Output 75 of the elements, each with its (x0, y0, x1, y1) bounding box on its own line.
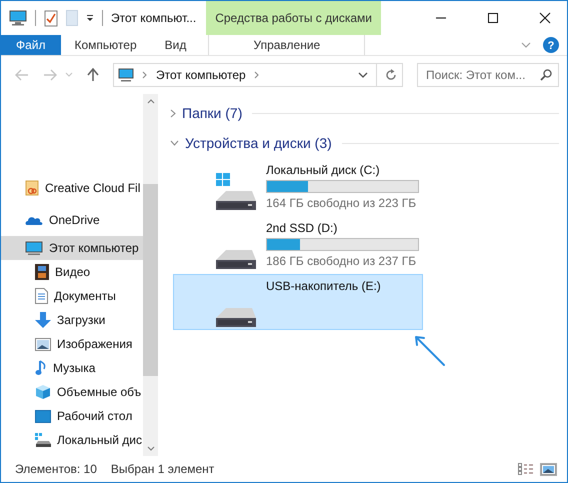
chevron-right-icon (142, 71, 148, 79)
file-tab[interactable]: Файл (1, 35, 61, 55)
close-icon[interactable] (539, 12, 551, 24)
address-path[interactable]: Этот компьютер (156, 68, 246, 82)
drive-tile[interactable]: USB-накопитель (E:) (173, 274, 423, 330)
nav-item-label: Загрузки (57, 313, 106, 327)
collapse-chevron-icon[interactable] (170, 140, 179, 146)
nav-item-label: Документы (54, 289, 116, 303)
ribbon-tab[interactable]: Компьютер (60, 35, 151, 55)
chevron-right-icon (254, 71, 260, 79)
free-space-text: 186 ГБ свободно из 237 ГБ (266, 254, 418, 268)
large-icons-view-icon[interactable] (540, 462, 557, 476)
down-arrow-icon (35, 312, 51, 328)
drive-tile[interactable]: Локальный диск (C:) 164 ГБ свободно из 223 ГБ (173, 158, 423, 214)
address-bar[interactable]: Этот компьютер (113, 63, 403, 87)
nav-item[interactable]: Этот компьютер (1, 236, 143, 260)
nav-item-label: OneDrive (49, 213, 100, 227)
document-icon (35, 288, 48, 304)
nav-item[interactable]: Музыка (1, 356, 143, 380)
nav-item-label: Видео (55, 265, 90, 279)
window-title: Этот компьют... (111, 11, 196, 25)
nav-item-label: Локальный дис (57, 433, 142, 447)
details-view-icon[interactable] (518, 463, 534, 475)
nav-item[interactable]: OneDrive (1, 204, 143, 236)
nav-item[interactable]: Рабочий стол (1, 404, 143, 428)
selection-count: Выбран 1 элемент (110, 462, 214, 476)
group-header[interactable]: Устройства и диски (3) (185, 135, 332, 151)
scroll-up-icon[interactable] (146, 98, 154, 104)
drive-name: USB-накопитель (E:) (266, 279, 381, 293)
nav-item-label: Creative Cloud Fil (45, 181, 140, 195)
computer-icon (118, 68, 134, 82)
nav-item-label: Рабочий стол (57, 409, 132, 423)
up-arrow-icon[interactable] (87, 68, 99, 82)
nav-item[interactable]: Изображения (1, 332, 143, 356)
nav-item[interactable]: Видео (1, 260, 143, 284)
item-count: Элементов: 10 (15, 462, 97, 476)
drive-name: 2nd SSD (D:) (266, 221, 338, 235)
nav-item[interactable]: Загрузки (1, 308, 143, 332)
expand-chevron-icon[interactable] (170, 108, 176, 118)
help-icon[interactable]: ? (543, 37, 559, 53)
computer-icon[interactable] (9, 10, 27, 26)
nav-item-label: Этот компьютер (49, 241, 139, 255)
nav-item-label: Музыка (53, 361, 96, 375)
music-note-icon (35, 360, 47, 376)
nav-item-label: Объемные объ (57, 385, 142, 399)
annotation-arrow (413, 334, 447, 368)
cube-icon (35, 384, 51, 400)
context-tab-header: Средства работы с дисками (206, 1, 381, 35)
search-icon (540, 69, 552, 81)
maximize-icon[interactable] (487, 12, 499, 24)
drive-tile[interactable]: 2nd SSD (D:) 186 ГБ свободно из 237 ГБ (173, 216, 423, 272)
properties-icon[interactable] (44, 9, 58, 27)
chevron-icon[interactable] (358, 72, 368, 78)
nav-item[interactable]: Объемные объ (1, 380, 143, 404)
nav-item-label: Изображения (57, 337, 132, 351)
ribbon-tab[interactable]: Вид (150, 35, 200, 55)
caret-icon[interactable] (86, 14, 94, 22)
refresh-icon[interactable] (385, 69, 397, 81)
free-space-text: 164 ГБ свободно из 223 ГБ (266, 196, 418, 210)
scrollbar-thumb[interactable] (143, 184, 158, 376)
drive-name: Локальный диск (C:) (266, 163, 381, 177)
nav-item[interactable]: Creative Cloud Fil (1, 172, 143, 204)
search-field[interactable]: Поиск: Этот ком... (417, 63, 559, 87)
scrollbar[interactable] (143, 94, 158, 456)
nav-item[interactable]: Документы (1, 284, 143, 308)
scroll-down-icon[interactable] (146, 446, 154, 452)
drive-icon (35, 433, 51, 447)
film-icon (35, 264, 49, 280)
folder-icon (25, 180, 39, 196)
picture-icon (35, 338, 51, 350)
computer-icon (25, 240, 43, 256)
monitor-icon (35, 410, 51, 422)
nav-item[interactable]: Локальный дис (1, 428, 143, 452)
group-header[interactable]: Папки (7) (182, 105, 242, 121)
cloud-icon (25, 214, 43, 226)
